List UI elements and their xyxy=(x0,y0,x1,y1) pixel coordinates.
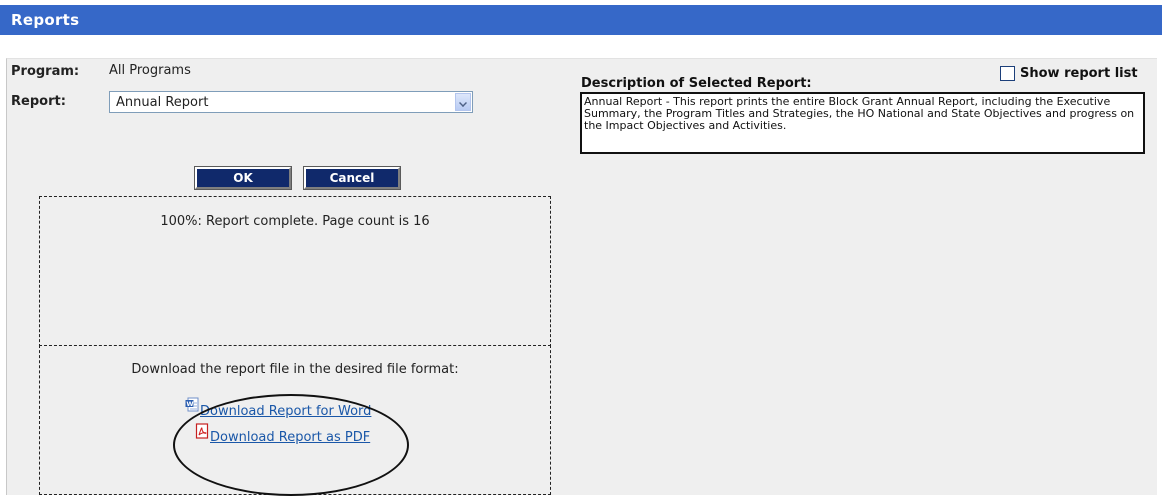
show-report-list-checkbox[interactable] xyxy=(1000,66,1015,81)
program-label: Program: xyxy=(11,64,80,79)
progress-status: 100%: Report complete. Page count is 16 xyxy=(160,214,430,229)
program-value: All Programs xyxy=(109,63,191,78)
report-label: Report: xyxy=(11,94,66,109)
page-header: Reports xyxy=(0,5,1162,35)
cancel-button[interactable]: Cancel xyxy=(303,166,401,190)
reports-panel: Program: All Programs Report: Annual Rep… xyxy=(6,58,1157,496)
report-select[interactable]: Annual Report xyxy=(109,91,473,113)
word-document-icon[interactable]: W xyxy=(185,397,199,413)
ok-button[interactable]: OK xyxy=(194,166,292,190)
svg-text:W: W xyxy=(186,400,193,408)
download-instruction: Download the report file in the desired … xyxy=(131,362,459,377)
show-report-list-label[interactable]: Show report list xyxy=(1020,66,1138,81)
description-title: Description of Selected Report: xyxy=(581,76,812,91)
highlight-ellipse xyxy=(173,394,409,496)
chevron-down-icon[interactable] xyxy=(455,93,471,111)
report-select-value: Annual Report xyxy=(116,95,209,110)
description-text: Annual Report - This report prints the e… xyxy=(580,92,1145,154)
page-title: Reports xyxy=(11,11,80,29)
progress-box: 100%: Report complete. Page count is 16 xyxy=(39,196,551,347)
